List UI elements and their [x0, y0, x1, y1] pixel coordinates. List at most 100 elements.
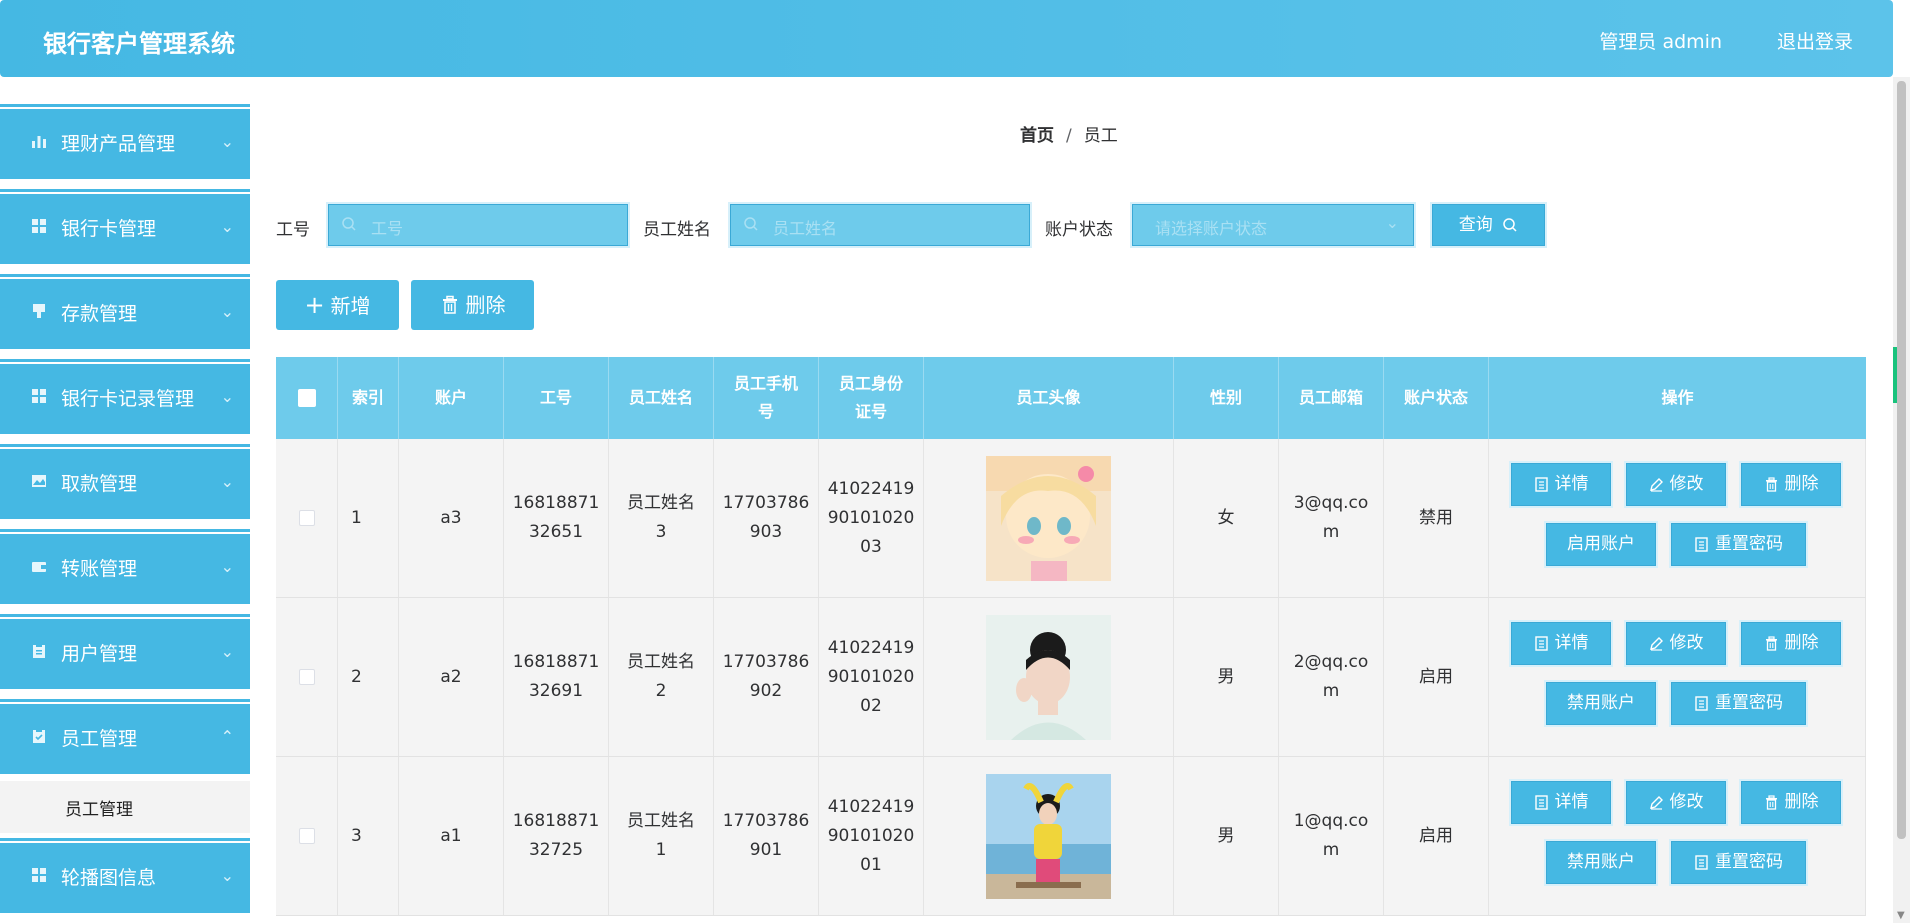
sidebar-item-transfers[interactable]: 转账管理 ⌄ — [0, 526, 250, 604]
add-label: 新增 — [330, 294, 371, 318]
scrollbar[interactable]: ▼ — [1893, 77, 1910, 923]
chevron-up-icon: ⌃ — [220, 727, 234, 746]
batch-delete-button[interactable]: 删除 — [411, 280, 534, 330]
edit-button[interactable]: 修改 — [1626, 463, 1726, 506]
phone-value: 17703786 902 — [722, 652, 810, 701]
employee-avatar[interactable] — [986, 455, 1111, 581]
employee-avatar[interactable] — [986, 614, 1111, 740]
job-no-input[interactable]: 工号 — [328, 204, 628, 246]
wallet-icon — [32, 562, 46, 572]
row-checkbox[interactable] — [298, 669, 315, 685]
detail-label: 详情 — [1554, 474, 1589, 494]
document-icon — [1695, 855, 1708, 870]
cell-phone: 17703786 902 — [714, 598, 819, 756]
th-actions: 操作 — [1661, 388, 1694, 407]
sidebar-item-label: 存款管理 — [61, 303, 138, 325]
cell-actions: 详情 修改 删除启用账户 重置密码 — [1489, 439, 1866, 597]
select-all-checkbox[interactable] — [297, 389, 316, 407]
reset-password-label: 重置密码 — [1715, 693, 1783, 713]
query-label: 查询 — [1458, 215, 1493, 235]
scrollbar-thumb[interactable] — [1897, 81, 1906, 839]
chevron-down-icon: ⌄ — [1385, 213, 1399, 232]
row-checkbox[interactable] — [298, 510, 315, 526]
edit-button[interactable]: 修改 — [1626, 622, 1726, 665]
th-job-no: 工号 — [504, 357, 609, 439]
detail-button[interactable]: 详情 — [1511, 622, 1611, 665]
cell-name: 员工姓名 3 — [609, 439, 714, 597]
sidebar-item-finance-products[interactable]: 理财产品管理 ⌄ — [0, 101, 250, 179]
scroll-down-arrow-icon[interactable]: ▼ — [1897, 910, 1905, 921]
cell-gender: 女 — [1174, 439, 1279, 597]
name-input[interactable]: 员工姓名 — [730, 204, 1030, 246]
phone-value: 17703786 903 — [722, 493, 810, 542]
th-account: 账户 — [399, 357, 504, 439]
toggle-account-button[interactable]: 禁用账户 — [1546, 682, 1656, 725]
cell-job-no: 16818871 32691 — [504, 598, 609, 756]
cell-job-no: 16818871 32651 — [504, 439, 609, 597]
delete-button[interactable]: 删除 — [1741, 781, 1841, 824]
cell-account: a2 — [399, 598, 504, 756]
reset-password-label: 重置密码 — [1715, 534, 1783, 554]
toggle-account-button[interactable]: 启用账户 — [1546, 523, 1656, 566]
row-select-cell — [276, 439, 338, 597]
add-button[interactable]: + 新增 — [276, 280, 399, 330]
search-icon — [744, 217, 758, 231]
row-select-cell — [276, 757, 338, 915]
id-card-value: 41022419 90101020 03 — [827, 478, 915, 557]
cell-email: 3@qq.co m — [1279, 439, 1384, 597]
reset-password-button[interactable]: 重置密码 — [1671, 523, 1806, 566]
sidebar-item-employees[interactable]: 员工管理 ⌃ — [0, 696, 250, 774]
status-select[interactable]: 请选择账户状态 ⌄ — [1132, 204, 1414, 246]
row-select-cell — [276, 598, 338, 756]
row-checkbox[interactable] — [298, 828, 315, 844]
pencil-icon — [1649, 637, 1663, 651]
picture-icon — [32, 475, 46, 487]
cell-account: a1 — [399, 757, 504, 915]
logout-link[interactable]: 退出登录 — [1777, 27, 1853, 54]
sidebar-item-card-records[interactable]: 银行卡记录管理 ⌄ — [0, 356, 250, 434]
employee-avatar[interactable] — [986, 773, 1111, 899]
sidebar-item-deposits[interactable]: 存款管理 ⌄ — [0, 271, 250, 349]
edit-button[interactable]: 修改 — [1626, 781, 1726, 824]
grid-icon — [32, 389, 46, 403]
name-placeholder: 员工姓名 — [773, 219, 838, 238]
reset-password-button[interactable]: 重置密码 — [1671, 682, 1806, 725]
detail-button[interactable]: 详情 — [1511, 781, 1611, 824]
delete-button[interactable]: 删除 — [1741, 622, 1841, 665]
phone-value: 17703786 901 — [722, 811, 810, 860]
detail-button[interactable]: 详情 — [1511, 463, 1611, 506]
account-value: a1 — [440, 825, 462, 846]
chevron-down-icon: ⌄ — [220, 472, 234, 491]
breadcrumb-home[interactable]: 首页 — [1020, 126, 1054, 146]
sidebar-item-carousel[interactable]: 轮播图信息 ⌄ — [0, 835, 250, 913]
cell-gender: 男 — [1174, 598, 1279, 756]
cell-index: 1 — [338, 439, 399, 597]
cell-actions: 详情 修改 删除禁用账户 重置密码 — [1489, 757, 1866, 915]
sidebar-item-bank-cards[interactable]: 银行卡管理 ⌄ — [0, 186, 250, 264]
delete-button[interactable]: 删除 — [1741, 463, 1841, 506]
pencil-icon — [1649, 478, 1663, 492]
job-no-value: 16818871 32725 — [512, 811, 600, 860]
chevron-down-icon: ⌄ — [220, 387, 234, 406]
sidebar-item-label: 转账管理 — [61, 558, 138, 580]
grid-icon — [32, 868, 46, 882]
submenu-item-employee-management[interactable]: 员工管理 — [0, 781, 250, 833]
query-button[interactable]: 查询 — [1432, 204, 1545, 246]
admin-user[interactable]: 管理员 admin — [1599, 27, 1722, 54]
job-no-placeholder: 工号 — [371, 219, 404, 238]
clipboard-check-icon — [33, 729, 45, 743]
cell-avatar — [924, 757, 1174, 915]
cell-phone: 17703786 901 — [714, 757, 819, 915]
clipboard-icon — [33, 644, 45, 658]
sidebar-item-label: 理财产品管理 — [61, 133, 176, 155]
toggle-account-button[interactable]: 禁用账户 — [1546, 841, 1656, 884]
cell-status: 禁用 — [1384, 439, 1489, 597]
trash-icon — [1765, 636, 1777, 651]
app-title: 银行客户管理系统 — [43, 30, 235, 58]
detail-label: 详情 — [1554, 792, 1589, 812]
sidebar-item-withdrawals[interactable]: 取款管理 ⌄ — [0, 441, 250, 519]
reset-password-button[interactable]: 重置密码 — [1671, 841, 1806, 884]
account-value: a3 — [440, 507, 462, 528]
name-value: 员工姓名 1 — [627, 811, 695, 860]
sidebar-item-users[interactable]: 用户管理 ⌄ — [0, 611, 250, 689]
